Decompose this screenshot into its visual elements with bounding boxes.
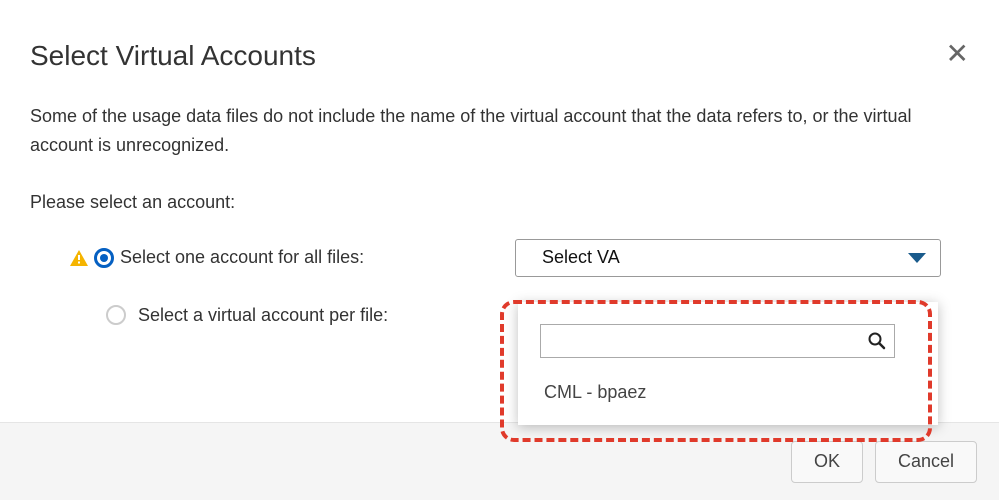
- dialog-footer: OK Cancel: [0, 422, 999, 500]
- close-icon[interactable]: ✕: [946, 40, 969, 68]
- option-all-files-left: Select one account for all files:: [70, 247, 515, 268]
- ok-button[interactable]: OK: [791, 441, 863, 483]
- select-va-dropdown[interactable]: Select VA: [515, 239, 941, 277]
- va-dropdown-item[interactable]: CML - bpaez: [540, 380, 916, 405]
- dialog-description: Some of the usage data files do not incl…: [30, 102, 969, 160]
- option-all-files-row: Select one account for all files: Select…: [70, 239, 969, 277]
- warning-icon: [70, 250, 88, 266]
- caret-down-icon: [908, 253, 926, 263]
- dialog-title: Select Virtual Accounts: [30, 40, 316, 72]
- select-va-text: Select VA: [542, 247, 620, 268]
- va-search-wrap: [540, 324, 895, 358]
- va-search-input[interactable]: [541, 325, 868, 357]
- cancel-button[interactable]: Cancel: [875, 441, 977, 483]
- dialog-header: Select Virtual Accounts ✕: [30, 40, 969, 72]
- radio-per-file[interactable]: [106, 305, 126, 325]
- search-icon: [868, 332, 886, 350]
- select-account-instruction: Please select an account:: [30, 192, 969, 213]
- radio-per-file-label: Select a virtual account per file:: [138, 305, 388, 326]
- radio-all-files[interactable]: [94, 248, 114, 268]
- va-dropdown-panel: CML - bpaez: [518, 302, 938, 425]
- radio-all-files-label: Select one account for all files:: [120, 247, 364, 268]
- select-virtual-accounts-dialog: Select Virtual Accounts ✕ Some of the us…: [0, 0, 999, 500]
